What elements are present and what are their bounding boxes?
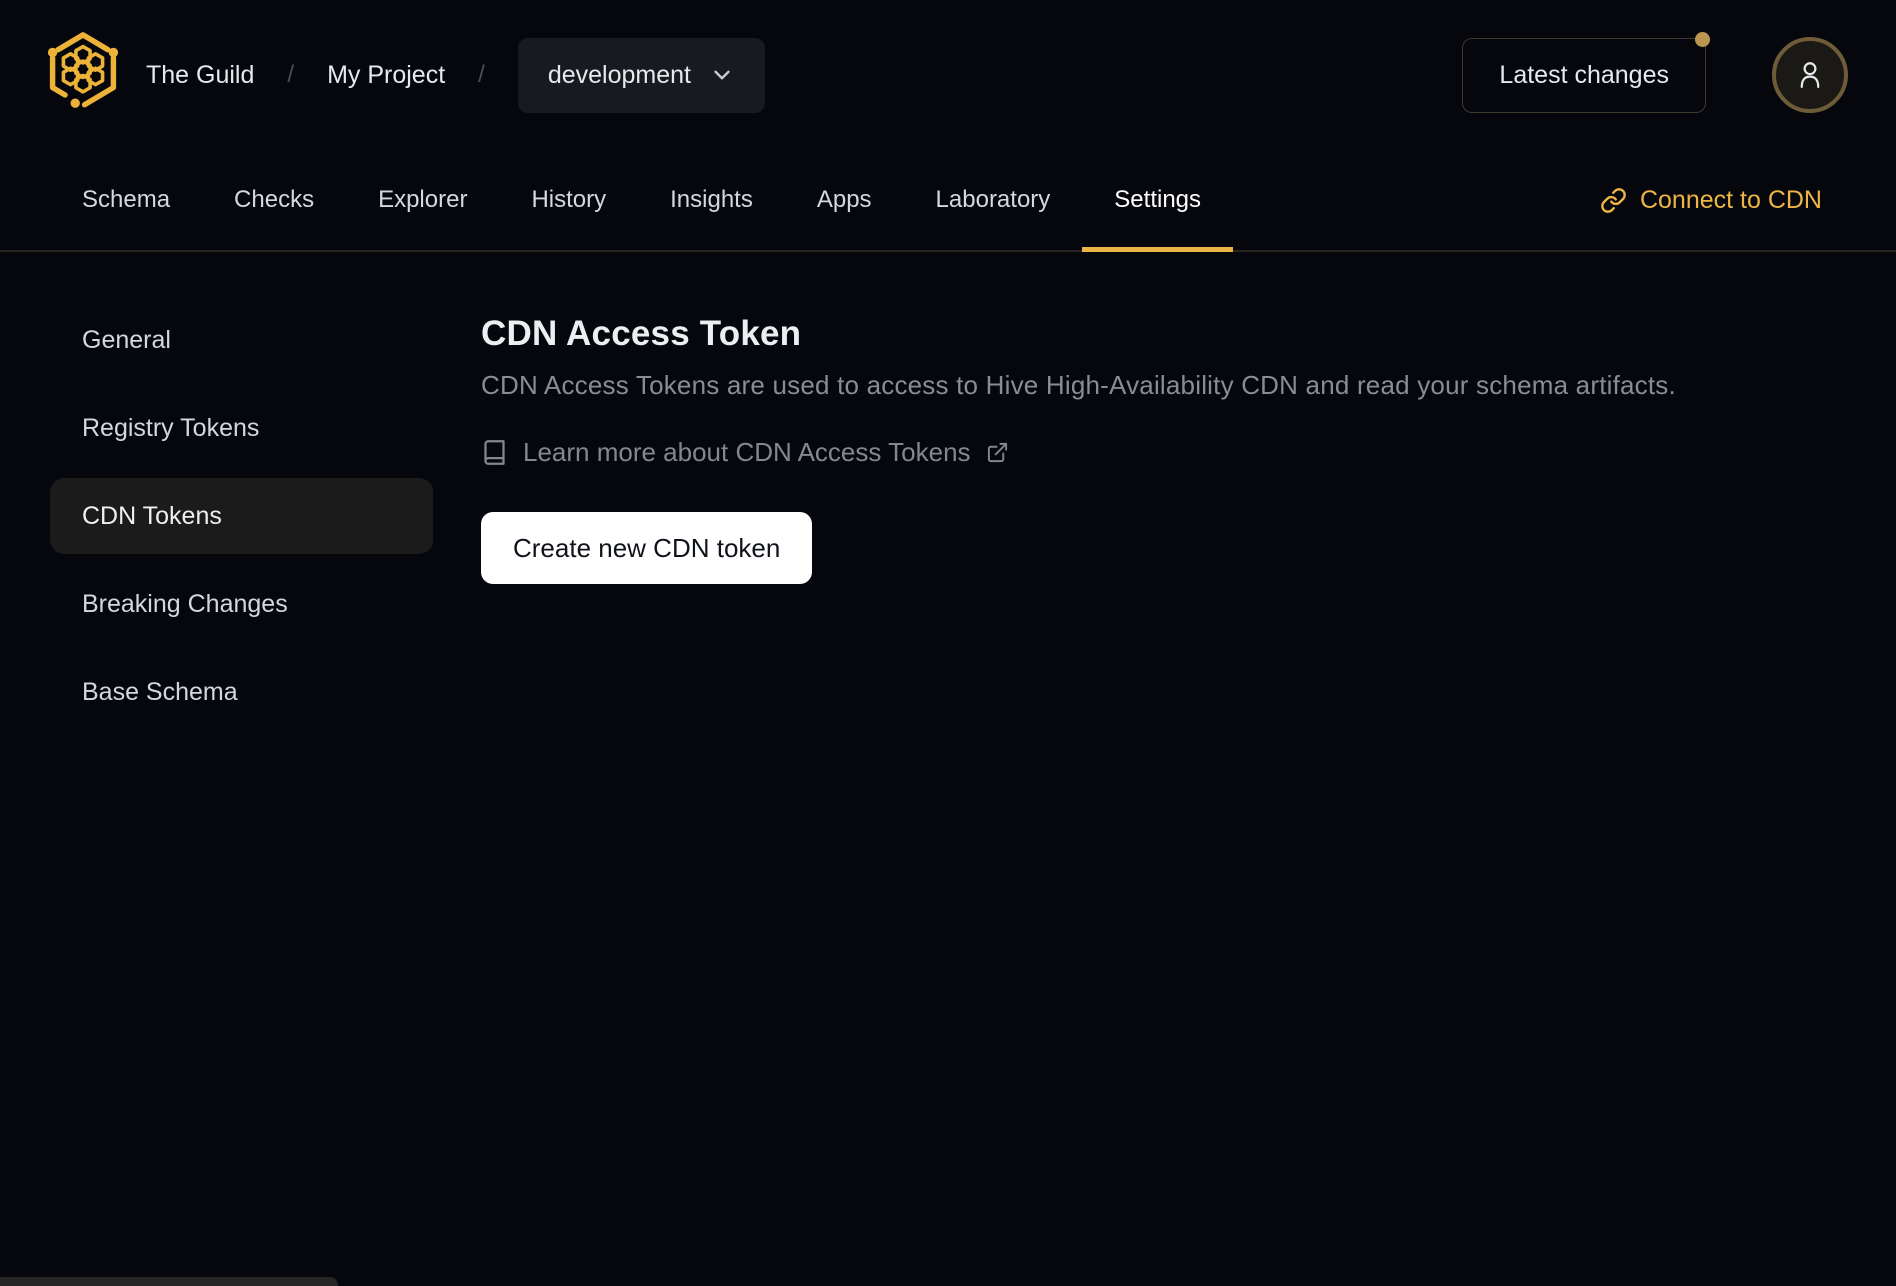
breadcrumb-separator: /: [287, 61, 295, 88]
top-nav-tabs: Schema Checks Explorer History Insights …: [0, 150, 1896, 252]
page-title: CDN Access Token: [481, 314, 802, 353]
external-link-icon: [987, 442, 1007, 463]
tab-checks[interactable]: Checks: [202, 150, 346, 250]
connect-to-cdn-link[interactable]: Connect to CDN: [1600, 186, 1822, 215]
user-avatar-button[interactable]: [1772, 37, 1848, 113]
page-description: CDN Access Tokens are used to access to …: [481, 370, 1676, 400]
hive-logo[interactable]: [44, 26, 122, 114]
hive-honeycomb-icon: [47, 32, 119, 108]
notification-dot: [1695, 31, 1710, 47]
learn-more-label: Learn more about CDN Access Tokens: [523, 437, 971, 467]
sidebar-item-registry-tokens[interactable]: Registry Tokens: [50, 390, 433, 466]
tab-explorer[interactable]: Explorer: [346, 150, 499, 250]
book-icon: [484, 440, 505, 465]
link-icon: [1601, 187, 1626, 213]
tab-insights[interactable]: Insights: [638, 150, 785, 250]
connect-to-cdn-label: Connect to CDN: [1639, 185, 1822, 214]
breadcrumb-separator: /: [478, 61, 485, 88]
target-select-value: development: [547, 60, 691, 89]
target-select-dropdown[interactable]: development: [517, 37, 765, 113]
latest-changes-button[interactable]: Latest changes: [1462, 31, 1710, 113]
header-actions: Latest changes: [1462, 0, 1848, 150]
bottom-left-widget[interactable]: [0, 1277, 338, 1286]
app-root: The Guild / My Project / development Lat…: [0, 0, 1896, 1286]
tab-history[interactable]: History: [499, 150, 638, 250]
header: The Guild / My Project / development Lat…: [0, 0, 1896, 150]
tab-schema[interactable]: Schema: [50, 150, 202, 250]
latest-changes-label: Latest changes: [1499, 60, 1669, 89]
tab-apps[interactable]: Apps: [785, 150, 904, 250]
settings-sidebar: General Registry Tokens CDN Tokens Break…: [0, 252, 460, 1286]
sidebar-item-breaking-changes[interactable]: Breaking Changes: [50, 566, 433, 642]
sidebar-item-base-schema[interactable]: Base Schema: [50, 654, 433, 730]
tab-laboratory[interactable]: Laboratory: [904, 150, 1083, 250]
learn-more-link[interactable]: Learn more about CDN Access Tokens: [481, 437, 1009, 468]
user-icon: [1800, 62, 1820, 88]
create-cdn-token-button[interactable]: Create new CDN token: [481, 512, 813, 584]
tab-settings[interactable]: Settings: [1082, 150, 1233, 252]
breadcrumb-project[interactable]: My Project: [327, 61, 445, 90]
main-content: CDN Access Token CDN Access Tokens are u…: [481, 252, 1816, 584]
sidebar-item-cdn-tokens[interactable]: CDN Tokens: [50, 478, 433, 554]
sidebar-item-general[interactable]: General: [50, 302, 433, 378]
chevron-down-icon: [714, 70, 730, 80]
breadcrumb-org[interactable]: The Guild: [146, 61, 254, 90]
breadcrumb: The Guild / My Project / development: [146, 0, 765, 150]
